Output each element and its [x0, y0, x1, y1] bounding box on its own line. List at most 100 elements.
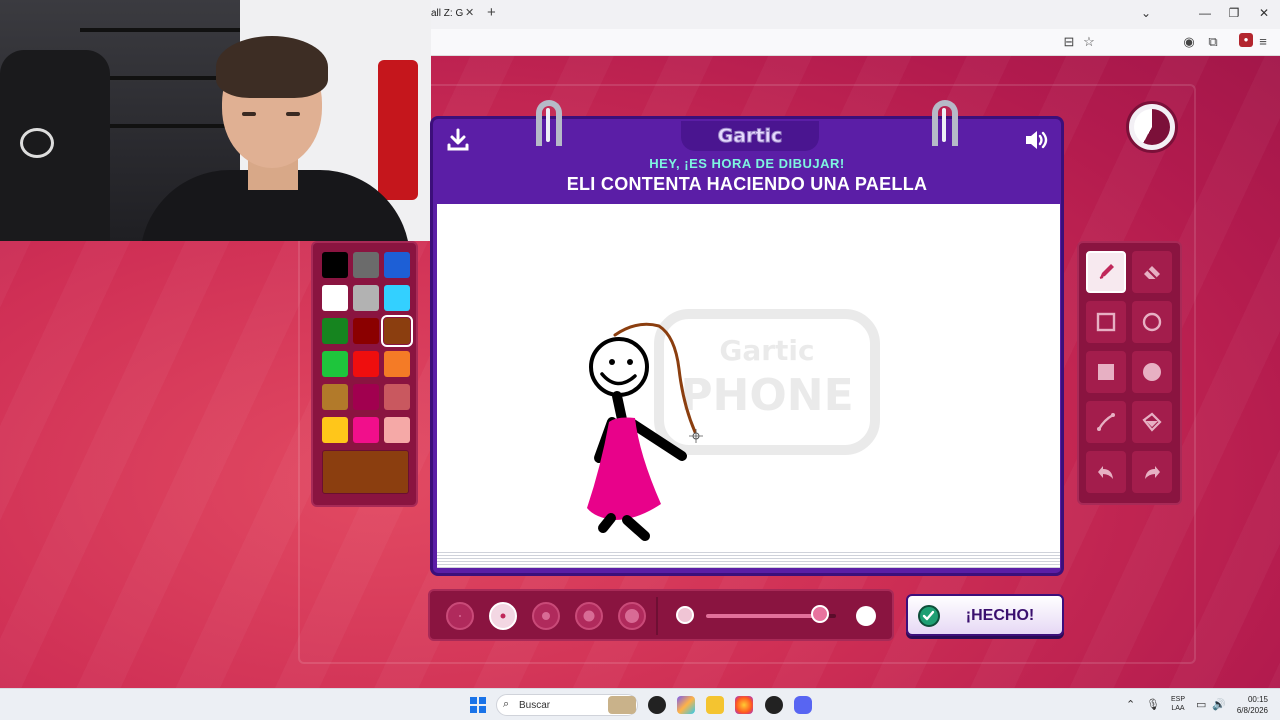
webcam-gaming-chair	[0, 50, 110, 241]
canvas-frame: Gartic PHONE	[430, 204, 1064, 576]
drawn-right-leg	[622, 515, 650, 541]
color-swatch[interactable]	[353, 384, 379, 410]
tool-panel	[1077, 241, 1182, 505]
app-g-icon[interactable]	[648, 696, 666, 714]
brush-size-button[interactable]	[618, 602, 646, 630]
check-icon	[918, 605, 940, 627]
color-swatch[interactable]	[353, 417, 379, 443]
color-swatch[interactable]	[322, 351, 348, 377]
chair-logo	[20, 128, 54, 158]
extensions-icon[interactable]: ⧉	[1205, 34, 1221, 50]
extension-badge-icon[interactable]: ●	[1239, 33, 1253, 47]
color-swatch[interactable]	[353, 285, 379, 311]
bookmark-star-icon[interactable]: ☆	[1081, 34, 1097, 50]
gartic-logo: Gartic	[717, 125, 783, 148]
widgets-icon[interactable]	[608, 696, 636, 714]
language-code: ESP	[1170, 696, 1185, 703]
opacity-max-icon	[856, 606, 876, 626]
line-tool[interactable]	[1086, 401, 1126, 443]
done-button-label: ¡HECHO!	[965, 607, 1035, 624]
network-icon[interactable]: ▭	[1196, 698, 1206, 711]
microphone-icon[interactable]: 🎙	[1146, 698, 1160, 711]
circle-fill-icon	[1143, 363, 1161, 381]
eraser-tool[interactable]	[1132, 251, 1172, 293]
drawing-card-header: Gartic HEY, ¡ES HORA DE DIBUJAR! ELI CON…	[430, 116, 1064, 204]
tab-close-icon[interactable]: ✕	[465, 6, 474, 19]
brush-size-button[interactable]	[489, 602, 517, 630]
color-swatch[interactable]	[384, 285, 410, 311]
pencil-tool[interactable]	[1086, 251, 1126, 293]
webcam-person-eye	[242, 112, 256, 116]
rectangle-outline-tool[interactable]	[1086, 301, 1126, 343]
tab-list-chevron-icon[interactable]: ⌄	[1141, 6, 1151, 20]
bucket-icon	[1142, 412, 1162, 432]
window-maximize-button[interactable]: ❐	[1224, 6, 1244, 20]
browser-toolbar: ⊟ ☆ ◉ ⧉ ● ≡	[431, 29, 1280, 56]
webcam-person-eye	[286, 112, 300, 116]
color-swatch[interactable]	[322, 252, 348, 278]
color-swatch[interactable]	[353, 252, 379, 278]
opacity-slider-handle[interactable]	[811, 605, 830, 623]
color-swatch[interactable]	[353, 351, 379, 377]
drawing-canvas[interactable]: Gartic PHONE	[437, 204, 1060, 550]
color-swatch[interactable]	[322, 285, 348, 311]
circle-fill-tool[interactable]	[1132, 351, 1172, 393]
volume-icon[interactable]	[1023, 127, 1049, 153]
brush-size-button[interactable]	[575, 602, 603, 630]
color-swatch[interactable]	[381, 315, 413, 347]
canvas-drawing: Gartic PHONE	[587, 309, 880, 541]
circle-outline-tool[interactable]	[1132, 301, 1172, 343]
timer-clock-icon	[1126, 101, 1178, 153]
tray-chevron-icon[interactable]: ⌃	[1126, 698, 1135, 711]
rectangle-fill-tool[interactable]	[1086, 351, 1126, 393]
brush-size-dot	[583, 610, 595, 622]
discord-icon[interactable]	[794, 696, 812, 714]
color-palette	[311, 241, 418, 507]
color-swatch[interactable]	[384, 351, 410, 377]
color-swatch[interactable]	[322, 417, 348, 443]
color-swatch[interactable]	[322, 384, 348, 410]
window-close-button[interactable]: ✕	[1254, 6, 1274, 20]
redo-tool[interactable]	[1132, 451, 1172, 493]
language-indicator[interactable]: ESP LAA	[1168, 695, 1188, 713]
color-swatch[interactable]	[384, 417, 410, 443]
opacity-min-icon	[676, 606, 694, 624]
taskbar-clock[interactable]: 00:15 6/8/2026	[1230, 694, 1268, 716]
color-swatch[interactable]	[353, 318, 379, 344]
download-icon[interactable]	[445, 127, 471, 153]
brush-cursor-icon	[689, 429, 703, 443]
firefox-icon[interactable]	[735, 696, 753, 714]
undo-icon	[1098, 466, 1113, 479]
color-swatch[interactable]	[384, 384, 410, 410]
fill-bucket-tool[interactable]	[1132, 401, 1172, 443]
window-minimize-button[interactable]: —	[1195, 6, 1215, 20]
canvas-page-edges	[437, 550, 1060, 568]
brush-size-dot	[625, 609, 639, 623]
webcam-person-hair	[216, 36, 328, 98]
line-icon	[1097, 413, 1115, 431]
brush-size-button[interactable]	[532, 602, 560, 630]
windows-start-icon[interactable]	[470, 697, 486, 713]
new-tab-button[interactable]: +	[487, 4, 496, 21]
webcam-scarf	[378, 60, 418, 200]
browser-tab-title[interactable]: all Z: Gol	[431, 8, 463, 19]
watermark-line2: PHONE	[680, 370, 853, 421]
speaker-icon[interactable]: 🔊	[1212, 698, 1226, 711]
color-swatch[interactable]	[322, 318, 348, 344]
color-swatch[interactable]	[384, 252, 410, 278]
brush-settings-bar	[428, 589, 894, 641]
webcam-shelf	[80, 28, 240, 32]
obs-icon[interactable]	[765, 696, 783, 714]
drawn-head	[589, 337, 649, 397]
undo-tool[interactable]	[1086, 451, 1126, 493]
install-app-icon[interactable]: ⊟	[1061, 34, 1077, 50]
drawn-eye	[627, 359, 633, 365]
copilot-icon[interactable]	[677, 696, 695, 714]
menu-icon[interactable]: ≡	[1255, 34, 1271, 49]
webcam-overlay	[0, 0, 431, 241]
brush-size-button[interactable]	[446, 602, 474, 630]
gartic-phone-watermark: Gartic PHONE	[654, 309, 880, 455]
account-icon[interactable]: ◉	[1181, 34, 1197, 50]
file-explorer-icon[interactable]	[706, 696, 724, 714]
done-button[interactable]: ¡HECHO!	[906, 594, 1064, 636]
